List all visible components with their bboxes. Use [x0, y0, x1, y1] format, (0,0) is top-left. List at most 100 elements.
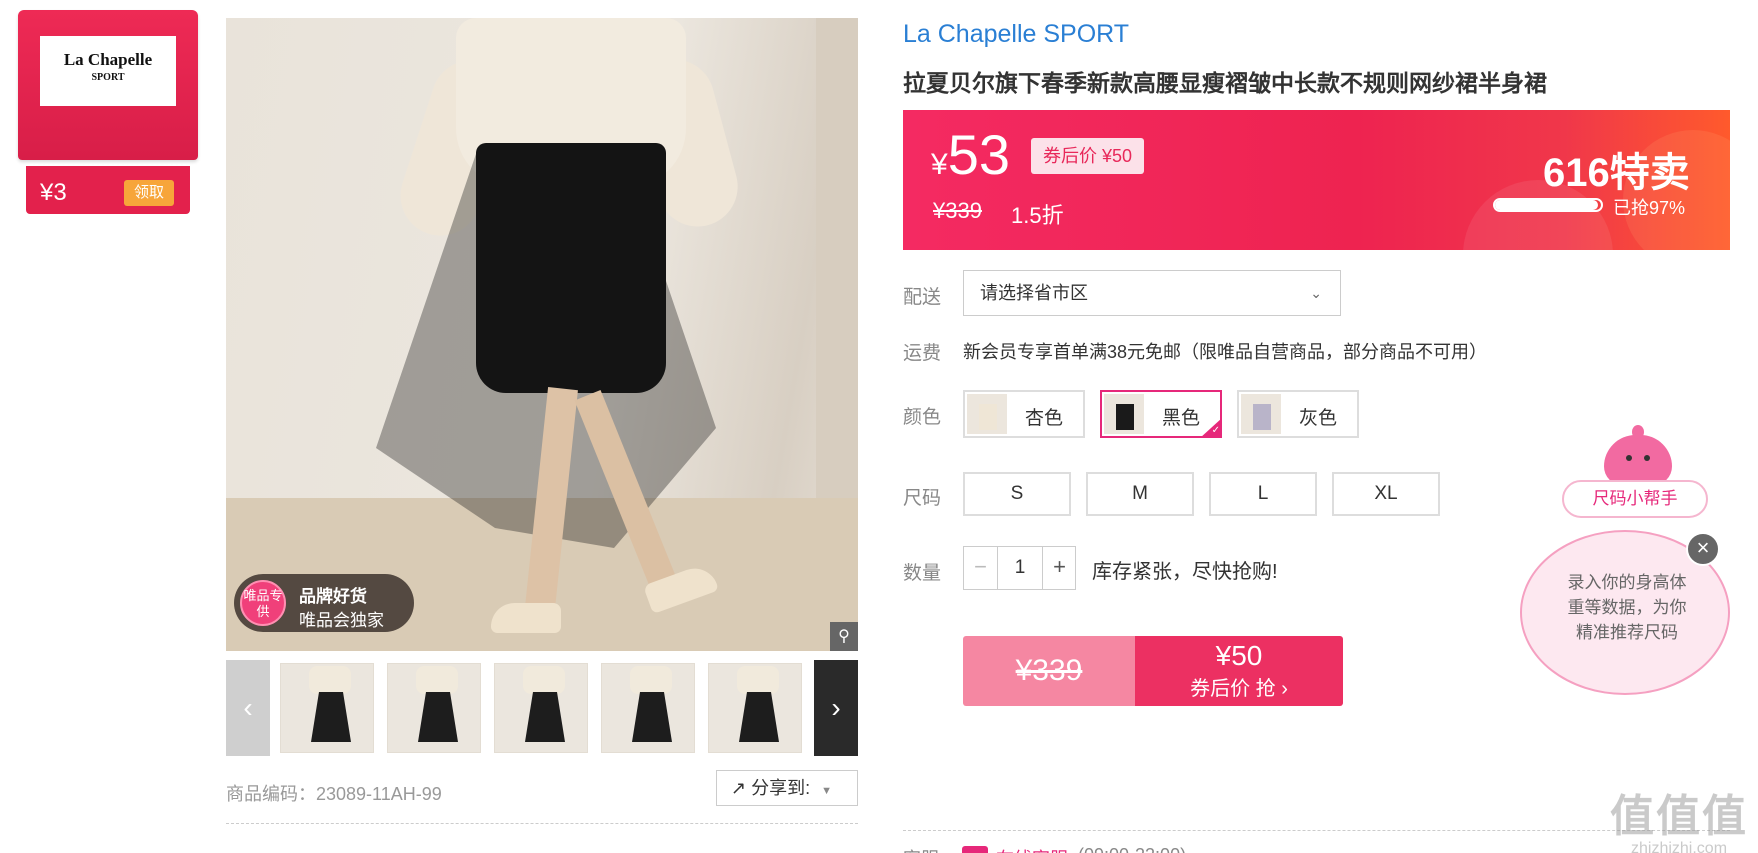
image-shoe-left — [491, 603, 561, 633]
color-swatch — [967, 394, 1007, 434]
delivery-label: 配送 — [903, 287, 942, 308]
thumb-skirt — [525, 692, 565, 742]
discount-label: 1.5折 — [1011, 203, 1064, 228]
color-option-label: 灰色 — [1299, 408, 1338, 429]
thumb-blouse — [737, 666, 779, 694]
brand-name-link[interactable]: La Chapelle SPORT — [903, 20, 1129, 49]
color-swatch-fill — [979, 404, 997, 430]
share-icon: ↗ — [731, 778, 747, 798]
color-option-black[interactable]: 黑色 ✓ — [1100, 390, 1222, 438]
thumb-skirt — [311, 692, 351, 742]
price-banner: ¥53 券后价 ¥50 ¥339 1.5折 616特卖 已抢97% — [903, 110, 1730, 250]
product-title: 拉夏贝尔旗下春季新款高腰显瘦褶皱中长款不规则网纱裙半身裙 — [903, 70, 1547, 96]
close-icon[interactable]: × — [1686, 532, 1720, 566]
buy-coupon-panel[interactable]: ¥50 券后价 抢 › — [1135, 636, 1343, 706]
quantity-increase-button[interactable]: + — [1042, 547, 1076, 589]
size-helper-button[interactable]: 尺码小帮手 — [1562, 480, 1708, 518]
original-price: ¥339 — [933, 198, 982, 223]
shipping-label: 运费 — [903, 343, 942, 364]
chevron-down-icon: ⌄ — [1310, 285, 1322, 301]
coupon-amount: ¥3 — [40, 179, 67, 206]
size-label: 尺码 — [903, 488, 942, 509]
image-skirt — [476, 143, 666, 393]
brand-logo-line2: SPORT — [91, 72, 125, 83]
color-option-label: 黑色 — [1162, 408, 1201, 429]
product-code: 商品编码：23089-11AH-99 — [226, 784, 442, 804]
brand-card-header: La Chapelle SPORT — [18, 10, 198, 160]
image-wall-edge — [816, 18, 858, 498]
color-swatch-fill — [1253, 404, 1271, 430]
thumb-blouse — [416, 666, 458, 694]
buy-coupon-price: ¥50 — [1215, 640, 1263, 671]
quantity-decrease-button[interactable]: − — [964, 547, 998, 589]
sold-progress-bar — [1493, 198, 1603, 212]
thumb-skirt — [739, 692, 779, 742]
thumb-skirt — [418, 692, 458, 742]
vip-badge-title: 品牌好货 — [299, 587, 367, 606]
thumb-skirt — [632, 692, 672, 742]
currency-symbol: ¥ — [931, 148, 948, 181]
size-option-s[interactable]: S — [963, 472, 1071, 516]
region-select-value: 请选择省市区 — [980, 283, 1088, 303]
brand-coupon-card: La Chapelle SPORT ¥3 领取 — [18, 10, 198, 215]
thumb-blouse — [523, 666, 565, 694]
color-label: 颜色 — [903, 407, 942, 428]
coupon-price-tag: 券后价 ¥50 — [1031, 138, 1145, 174]
chevron-right-icon[interactable]: › — [814, 660, 858, 756]
claim-coupon-button[interactable]: 领取 — [124, 180, 174, 206]
shipping-info: 新会员专享首单满38元免邮（限唯品自营商品，部分商品不可用） — [963, 342, 1488, 362]
mascot-eye — [1644, 455, 1650, 461]
brand-logo[interactable]: La Chapelle SPORT — [40, 36, 176, 106]
watermark: 值值值 zhizhizhi.com — [1610, 780, 1748, 853]
thumbnail-strip: ‹ › — [226, 660, 858, 756]
service-hours: (09:00-22:00) — [1078, 845, 1186, 853]
thumbnail[interactable] — [494, 663, 588, 753]
thumbnail[interactable] — [280, 663, 374, 753]
current-price: ¥53 — [931, 122, 1010, 187]
vip-badge-circle: 唯品专供 — [240, 580, 286, 626]
sold-progress-fill — [1495, 200, 1598, 210]
share-button[interactable]: ↗ 分享到: ▼ — [716, 770, 858, 806]
size-option-xl[interactable]: XL — [1332, 472, 1440, 516]
vip-badge-subtitle: 唯品会独家 — [299, 611, 384, 630]
size-option-l[interactable]: L — [1209, 472, 1317, 516]
color-option-apricot[interactable]: 杏色 — [963, 390, 1085, 438]
share-label: 分享到: — [751, 778, 811, 798]
watermark-logo: 值值值 — [1610, 792, 1748, 841]
color-option-gray[interactable]: 灰色 — [1237, 390, 1359, 438]
vip-exclusive-badge: 唯品专供 品牌好货 唯品会独家 — [234, 574, 414, 632]
quantity-label: 数量 — [903, 563, 942, 584]
price-value: 53 — [947, 123, 1010, 186]
divider — [226, 823, 858, 824]
thumbnail[interactable] — [708, 663, 802, 753]
thumbnail[interactable] — [387, 663, 481, 753]
color-option-label: 杏色 — [1025, 408, 1064, 429]
mascot-eye — [1626, 455, 1632, 461]
coupon-divider — [30, 164, 186, 165]
color-swatch — [1241, 394, 1281, 434]
size-helper-text: 录入你的身高体重等数据，为你精准推荐尺码 — [1567, 573, 1687, 642]
buy-original-price: ¥339 — [963, 636, 1135, 706]
magnifier-icon[interactable]: ⚲ — [830, 622, 858, 651]
main-product-image[interactable]: 唯品专供 品牌好货 唯品会独家 ⚲ — [226, 18, 858, 651]
stock-warning: 库存紧张，尽快抢购! — [1092, 561, 1278, 583]
divider — [903, 830, 1730, 831]
chat-icon — [962, 846, 988, 853]
thumb-blouse — [630, 666, 672, 694]
chevron-left-icon[interactable]: ‹ — [226, 660, 270, 756]
service-label: 客服 — [903, 845, 939, 853]
online-service-link[interactable]: 在线客服 — [996, 845, 1068, 853]
sold-progress-text: 已抢97% — [1613, 198, 1686, 218]
color-swatch-fill — [1116, 404, 1134, 430]
buy-action-label: 券后价 抢 › — [1190, 678, 1288, 700]
thumbnail[interactable] — [601, 663, 695, 753]
brand-logo-line1: La Chapelle — [63, 50, 153, 69]
quantity-stepper: − 1 + — [963, 546, 1076, 590]
quantity-input[interactable]: 1 — [998, 547, 1042, 589]
buy-with-coupon-button[interactable]: ¥339 ¥50 券后价 抢 › — [963, 636, 1343, 706]
region-select[interactable]: 请选择省市区 ⌄ — [963, 270, 1341, 316]
coupon-strip: ¥3 领取 — [26, 166, 190, 214]
mascot-ear — [1632, 425, 1644, 439]
caret-down-icon: ▼ — [821, 785, 833, 797]
size-option-m[interactable]: M — [1086, 472, 1194, 516]
